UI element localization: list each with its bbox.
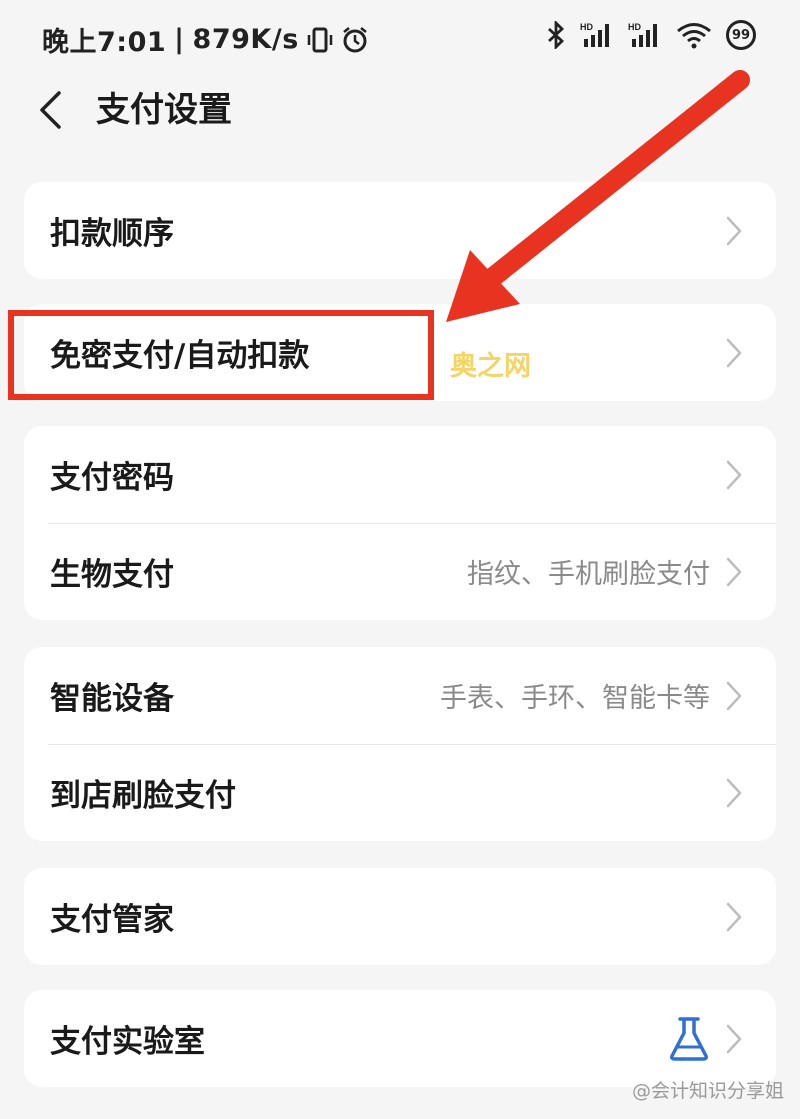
battery-icon: 99: [726, 20, 756, 50]
settings-group-3: 支付密码 生物支付 指纹、手机刷脸支付: [24, 426, 776, 620]
chevron-right-icon: [726, 902, 742, 932]
alarm-icon: [342, 26, 367, 52]
flask-icon: [668, 1016, 710, 1062]
vibrate-icon: [307, 27, 333, 52]
row-smart-devices[interactable]: 智能设备 手表、手环、智能卡等: [24, 647, 776, 744]
row-label: 智能设备: [50, 681, 174, 717]
battery-level: 99: [731, 27, 751, 43]
chevron-right-icon: [726, 681, 742, 711]
row-password-free-payment[interactable]: 免密支付/自动扣款: [24, 304, 776, 401]
row-deduction-order[interactable]: 扣款顺序: [24, 182, 776, 279]
row-label: 扣款顺序: [50, 216, 174, 252]
row-label: 支付密码: [50, 460, 174, 496]
status-net-speed: 879K/s: [192, 24, 299, 55]
chevron-right-icon: [726, 1024, 742, 1054]
header: 支付设置: [0, 78, 800, 142]
row-payment-lab[interactable]: 支付实验室: [24, 990, 776, 1087]
row-value: 指纹、手机刷脸支付: [467, 559, 710, 590]
row-label: 支付管家: [50, 902, 174, 938]
back-button[interactable]: [26, 86, 74, 134]
row-label: 生物支付: [50, 557, 174, 593]
chevron-right-icon: [726, 216, 742, 246]
signal-icon: HD: [580, 22, 609, 47]
wifi-icon: [677, 23, 711, 49]
chevron-right-icon: [726, 460, 742, 490]
settings-group-2: 免密支付/自动扣款: [24, 304, 776, 401]
footer-watermark: @会计知识分享姐: [631, 1080, 784, 1102]
settings-group-4: 智能设备 手表、手环、智能卡等 到店刷脸支付: [24, 647, 776, 841]
row-label: 支付实验室: [50, 1024, 205, 1060]
settings-group-6: 支付实验室: [24, 990, 776, 1087]
signal-icon-2: HD: [628, 22, 657, 47]
row-payment-manager[interactable]: 支付管家: [24, 868, 776, 965]
chevron-right-icon: [726, 557, 742, 587]
row-value: 手表、手环、智能卡等: [440, 683, 710, 714]
chevron-right-icon: [726, 778, 742, 808]
hd-label-2: HD: [628, 22, 641, 32]
row-label: 到店刷脸支付: [50, 778, 236, 814]
watermark: 奥之网: [450, 351, 531, 382]
settings-group-1: 扣款顺序: [24, 182, 776, 279]
row-biometric-payment[interactable]: 生物支付 指纹、手机刷脸支付: [24, 523, 776, 620]
status-bar: 晚上7:01 | 879K/s HD HD 99: [0, 0, 800, 78]
page-title: 支付设置: [96, 90, 232, 130]
settings-group-5: 支付管家: [24, 868, 776, 965]
row-label: 免密支付/自动扣款: [50, 338, 310, 374]
row-payment-password[interactable]: 支付密码: [24, 426, 776, 523]
row-in-store-face-payment[interactable]: 到店刷脸支付: [24, 744, 776, 841]
bluetooth-icon: [548, 21, 565, 49]
status-time: 晚上7:01: [42, 27, 167, 58]
status-separator: |: [174, 24, 185, 55]
back-arrow-icon: [40, 91, 61, 129]
hd-label: HD: [580, 22, 593, 32]
chevron-right-icon: [726, 338, 742, 368]
